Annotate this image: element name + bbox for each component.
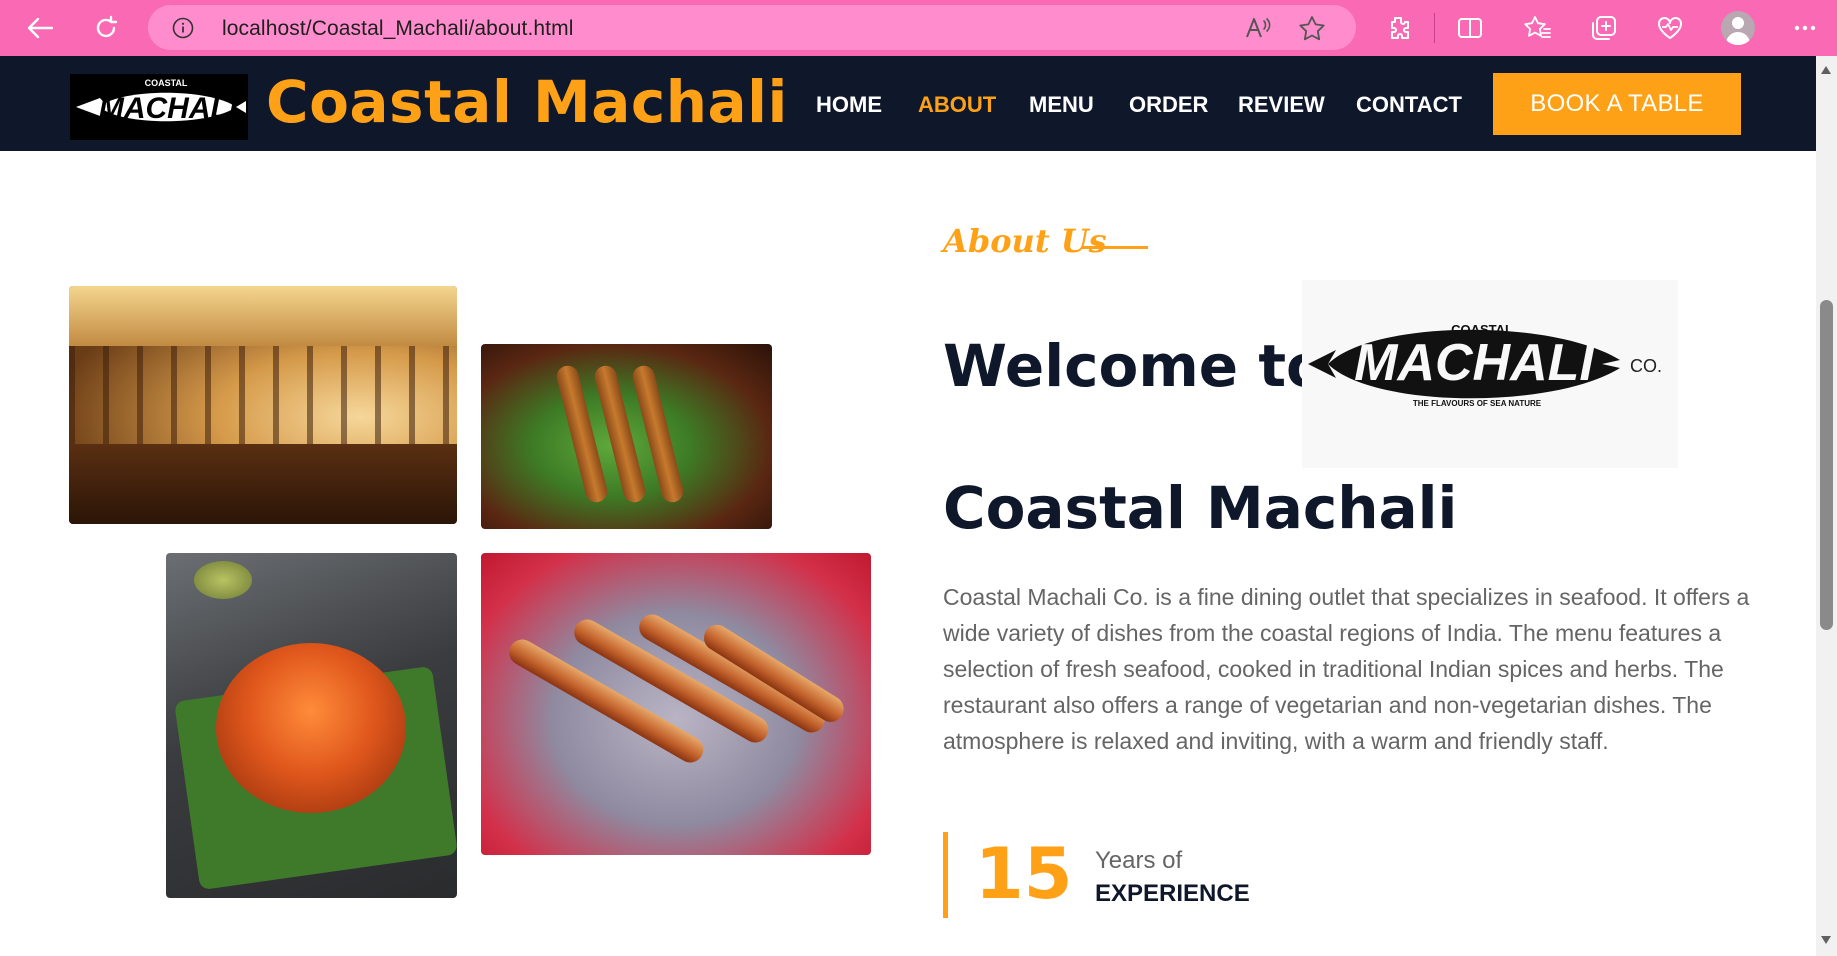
prawn-platter-photo — [481, 553, 871, 855]
restaurant-interior-photo — [69, 286, 457, 524]
favorites-icon[interactable] — [1518, 8, 1558, 48]
nav-review[interactable]: REVIEW — [1238, 92, 1325, 118]
experience-number: 15 — [975, 833, 1073, 915]
experience-accent-bar — [943, 832, 948, 918]
profile-avatar[interactable] — [1721, 11, 1755, 45]
refresh-icon[interactable] — [86, 8, 126, 48]
nav-contact[interactable]: CONTACT — [1356, 92, 1462, 118]
site-navbar: COASTAL MACHALI Coastal Machali HOME ABO… — [0, 56, 1816, 151]
nav-order[interactable]: ORDER — [1129, 92, 1208, 118]
coastal-machali-logo: COASTAL MACHALI CO. THE FLAVOURS OF SEA … — [1302, 280, 1678, 468]
navbar-logo-text: MACHALI — [99, 92, 238, 125]
toolbar-divider — [1434, 13, 1435, 43]
navbar-logo-small-text: COASTAL — [145, 78, 188, 88]
browser-toolbar: localhost/Coastal_Machali/about.html — [0, 0, 1837, 56]
page-scrollbar[interactable] — [1816, 56, 1837, 956]
brand-name[interactable]: Coastal Machali — [266, 68, 788, 136]
crab-dish-photo — [166, 553, 457, 898]
welcome-heading: Welcome to — [943, 332, 1326, 400]
scroll-up-arrow-icon[interactable] — [1821, 66, 1831, 74]
back-icon[interactable] — [20, 8, 60, 48]
extensions-icon[interactable] — [1378, 8, 1418, 48]
scroll-down-arrow-icon[interactable] — [1821, 936, 1831, 944]
logo-co-text: CO. — [1630, 356, 1662, 376]
navbar-logo[interactable]: COASTAL MACHALI — [70, 74, 248, 140]
address-bar[interactable]: localhost/Coastal_Machali/about.html — [148, 5, 1356, 50]
url-text[interactable]: localhost/Coastal_Machali/about.html — [222, 17, 573, 41]
scrollbar-thumb[interactable] — [1820, 300, 1833, 630]
info-icon[interactable] — [172, 17, 194, 39]
read-aloud-icon[interactable] — [1244, 15, 1272, 41]
experience-label-bottom: EXPERIENCE — [1095, 880, 1250, 907]
fish-kebab-photo — [481, 344, 772, 529]
about-title: Coastal Machali — [943, 474, 1458, 542]
kicker-divider — [1082, 246, 1148, 249]
nav-home[interactable]: HOME — [816, 92, 882, 118]
about-description: Coastal Machali Co. is a fine dining out… — [943, 584, 1750, 754]
favorite-star-icon[interactable] — [1298, 15, 1326, 41]
book-table-button[interactable]: BOOK A TABLE — [1493, 73, 1741, 135]
nav-about[interactable]: ABOUT — [918, 92, 996, 118]
logo-machali-text: MACHALI — [1354, 334, 1595, 392]
logo-tagline: THE FLAVOURS OF SEA NATURE — [1413, 399, 1542, 408]
split-screen-icon[interactable] — [1450, 8, 1490, 48]
health-icon[interactable] — [1650, 8, 1690, 48]
collections-icon[interactable] — [1584, 8, 1624, 48]
experience-label-top: Years of — [1095, 847, 1183, 874]
nav-menu[interactable]: MENU — [1029, 92, 1094, 118]
about-kicker: About Us — [943, 222, 1107, 260]
more-icon[interactable] — [1785, 8, 1825, 48]
